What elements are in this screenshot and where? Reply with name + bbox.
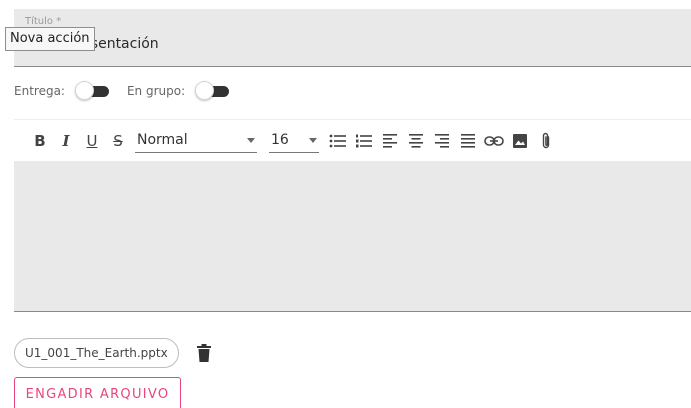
numbered-list-icon: [356, 134, 372, 147]
bold-button[interactable]: B: [27, 128, 53, 154]
trash-icon: [197, 344, 211, 362]
image-button[interactable]: [507, 128, 533, 154]
strikethrough-icon: S: [113, 131, 123, 150]
align-justify-button[interactable]: [455, 128, 481, 154]
delete-attachment-button[interactable]: [194, 343, 214, 363]
align-left-icon: [383, 133, 397, 148]
image-icon: [513, 133, 527, 148]
italic-button[interactable]: I: [53, 128, 79, 154]
toggles-row: Entrega: En grupo:: [14, 80, 247, 102]
tooltip: Nova acción: [5, 27, 95, 51]
underline-button[interactable]: U: [79, 128, 105, 154]
link-button[interactable]: [481, 128, 507, 154]
attachment-filename: U1_001_The_Earth.pptx: [25, 346, 168, 360]
toggle-knob: [195, 81, 215, 100]
grupo-toggle[interactable]: [195, 80, 230, 102]
attach-button[interactable]: [533, 128, 559, 154]
title-field[interactable]: Título * Terra. Presentación: [14, 9, 691, 67]
align-center-button[interactable]: [403, 128, 429, 154]
toggle-knob: [74, 81, 94, 100]
title-label: Título *: [25, 16, 62, 27]
entrega-label: Entrega:: [14, 84, 65, 98]
text-style-value: Normal: [137, 132, 188, 148]
rich-text-editor[interactable]: [14, 161, 691, 312]
editor-toolbar: B I U S Normal 16: [14, 119, 691, 161]
entrega-toggle[interactable]: [74, 80, 109, 102]
grupo-label: En grupo:: [126, 84, 186, 98]
font-size-select[interactable]: 16: [269, 129, 319, 153]
numbered-list-button[interactable]: [351, 128, 377, 154]
link-icon: [484, 135, 504, 146]
chevron-down-icon: [309, 137, 317, 143]
attachment-chip[interactable]: U1_001_The_Earth.pptx: [14, 338, 179, 368]
bullet-list-icon: [329, 134, 346, 147]
bullet-list-button[interactable]: [325, 128, 351, 154]
add-file-button[interactable]: ENGADIR ARQUIVO: [14, 377, 181, 408]
bold-icon: B: [34, 131, 46, 150]
font-size-value: 16: [271, 132, 289, 148]
text-style-select[interactable]: Normal: [135, 129, 257, 153]
chevron-down-icon: [247, 137, 255, 143]
align-justify-icon: [461, 133, 475, 148]
attach-icon: [542, 132, 550, 148]
lesson-action-form: Título * Terra. Presentación Nova acción…: [0, 0, 691, 408]
underline-icon: U: [86, 131, 98, 150]
align-right-icon: [435, 133, 449, 148]
align-center-icon: [409, 133, 423, 148]
italic-icon: I: [62, 131, 70, 150]
align-right-button[interactable]: [429, 128, 455, 154]
strikethrough-button[interactable]: S: [105, 128, 131, 154]
align-left-button[interactable]: [377, 128, 403, 154]
